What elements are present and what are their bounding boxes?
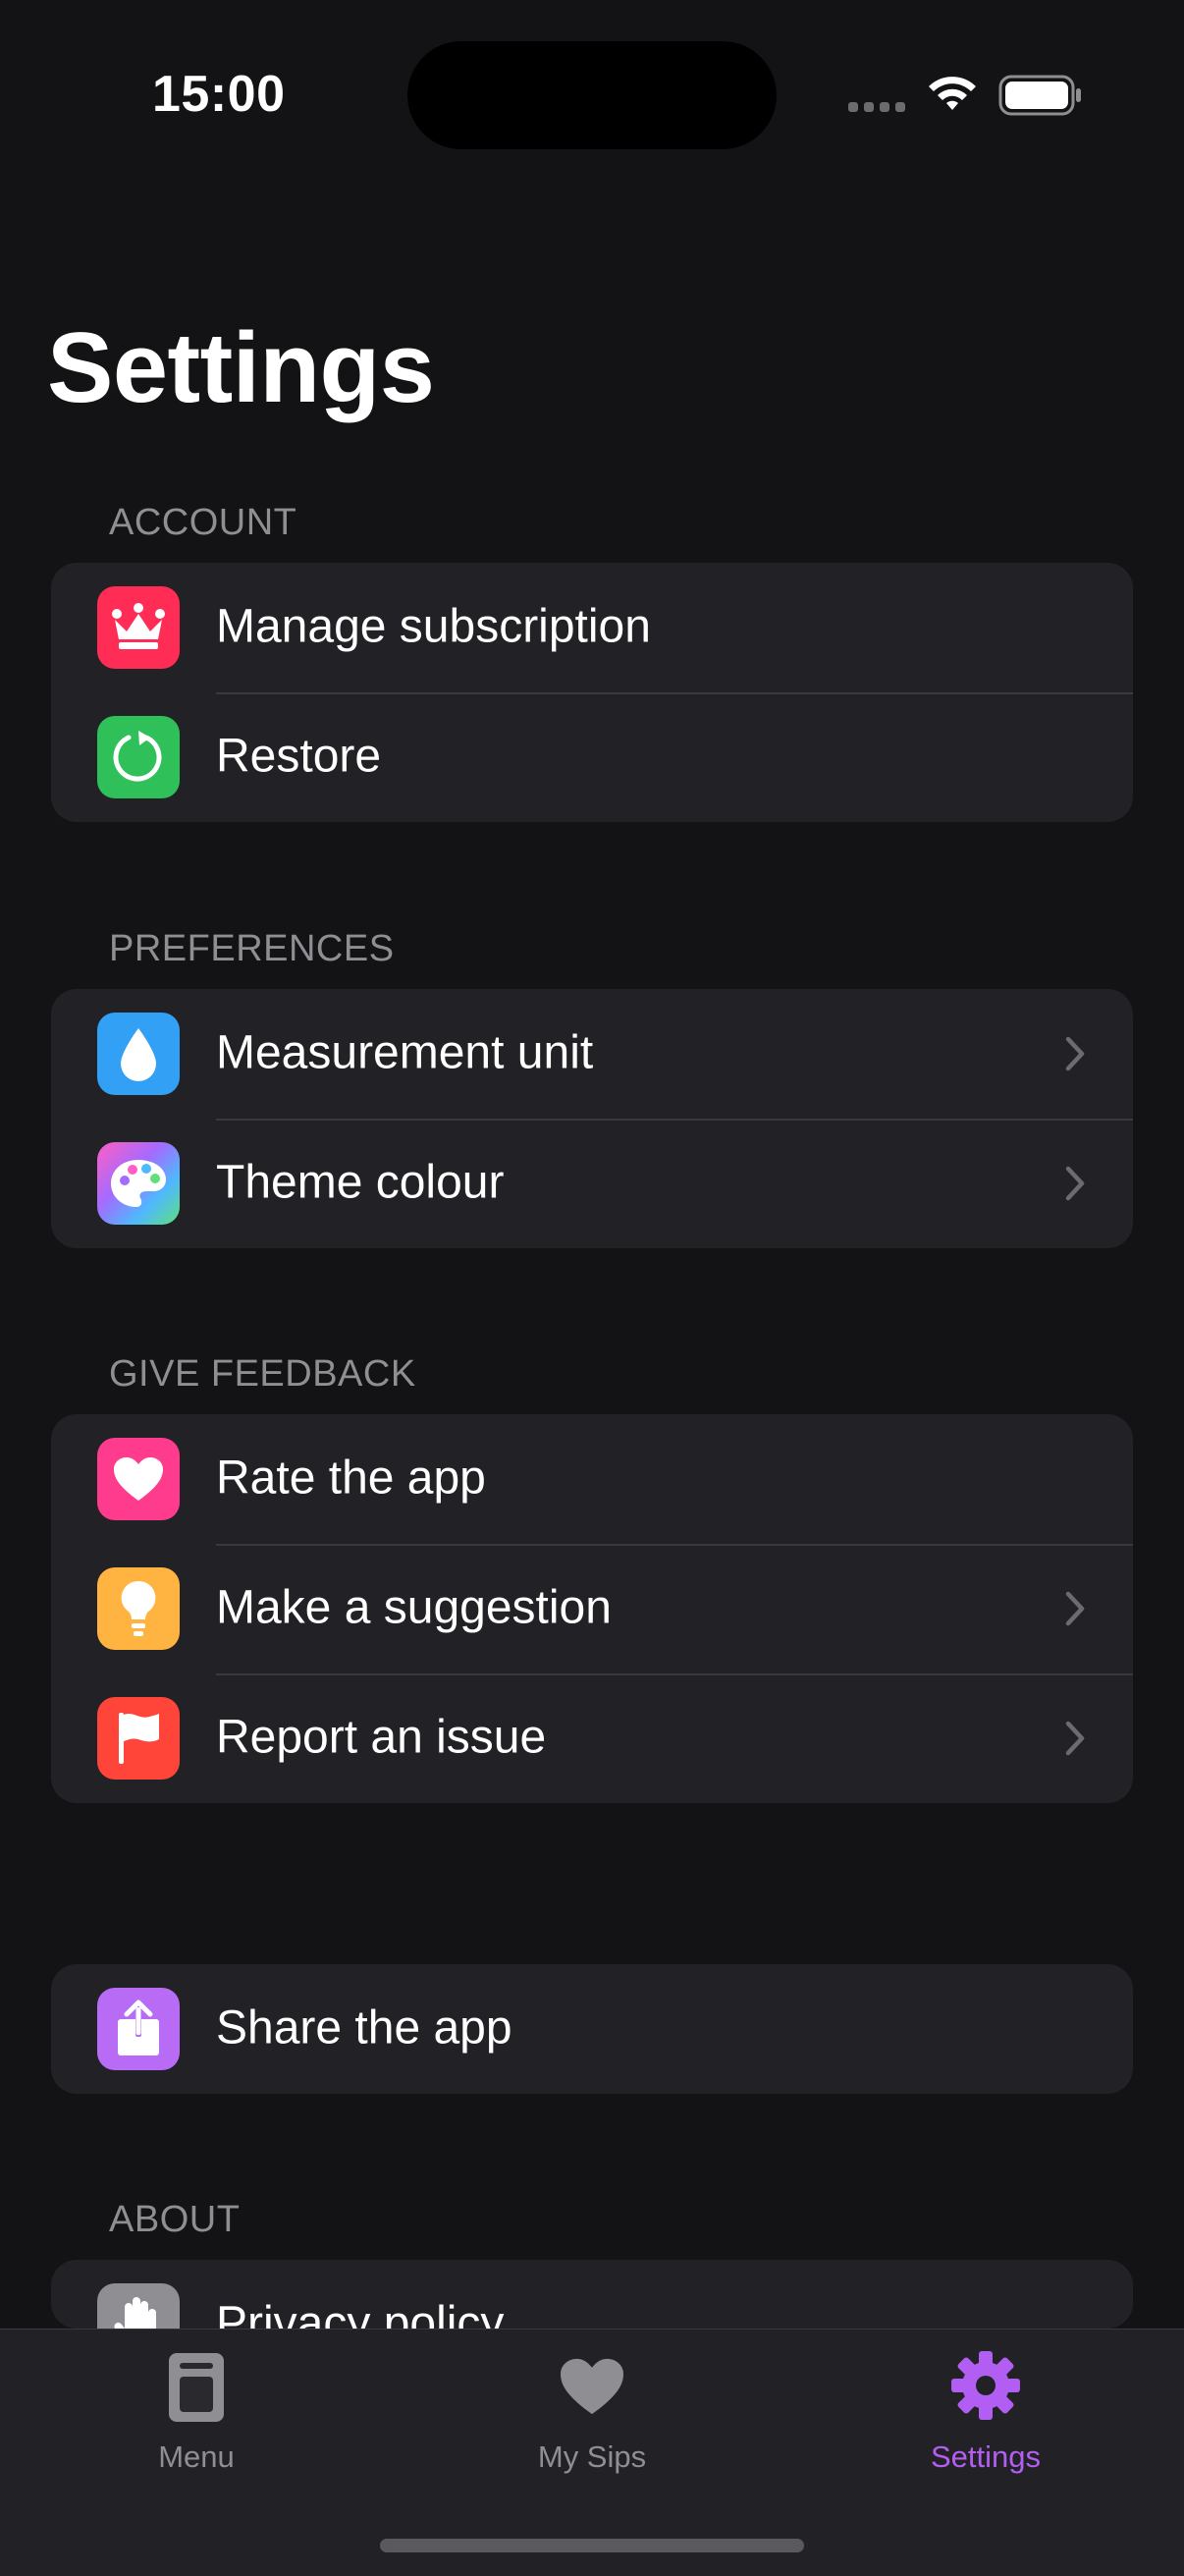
battery-icon	[998, 75, 1081, 116]
tab-menu-label: Menu	[158, 2439, 235, 2474]
drop-icon	[97, 1013, 180, 1095]
chevron-right-icon	[1065, 1721, 1085, 1756]
share-the-app-row[interactable]: Share the app	[51, 1964, 1133, 2094]
flag-icon	[97, 1697, 180, 1780]
cellular-signal-icon	[848, 102, 905, 112]
gear-icon	[951, 2351, 1020, 2420]
tab-my-sips[interactable]: My Sips	[445, 2329, 739, 2496]
report-an-issue-label: Report an issue	[216, 1711, 547, 1764]
make-a-suggestion-label: Make a suggestion	[216, 1581, 612, 1634]
tab-settings-label: Settings	[930, 2439, 1041, 2474]
rate-the-app-label: Rate the app	[216, 1452, 486, 1505]
hand-icon	[97, 2283, 180, 2329]
tab-menu[interactable]: Menu	[49, 2329, 344, 2496]
make-a-suggestion-row[interactable]: Make a suggestion	[51, 1544, 1133, 1673]
rate-the-app-row[interactable]: Rate the app	[51, 1414, 1133, 1544]
share-the-app-label: Share the app	[216, 2001, 512, 2055]
dynamic-island	[407, 41, 777, 149]
lightbulb-icon	[97, 1567, 180, 1650]
chevron-right-icon	[1065, 1036, 1085, 1071]
section-header-account: ACCOUNT	[109, 502, 297, 543]
manage-subscription-label: Manage subscription	[216, 600, 651, 653]
preferences-group: Measurement unit Theme colour	[51, 989, 1133, 1248]
chevron-right-icon	[1065, 1591, 1085, 1626]
account-group: Manage subscription Restore	[51, 563, 1133, 822]
section-header-about: ABOUT	[109, 2199, 241, 2240]
menu-card-icon	[169, 2353, 224, 2422]
palette-icon	[97, 1142, 180, 1225]
home-indicator	[380, 2539, 804, 2552]
section-header-preferences: PREFERENCES	[109, 928, 395, 969]
tab-settings[interactable]: Settings	[838, 2329, 1133, 2496]
theme-colour-label: Theme colour	[216, 1156, 505, 1209]
page-title: Settings	[47, 313, 435, 423]
restore-row[interactable]: Restore	[51, 692, 1133, 822]
report-an-issue-row[interactable]: Report an issue	[51, 1673, 1133, 1803]
feedback-group: Rate the app Make a suggestion Report an…	[51, 1414, 1133, 1803]
heart-icon	[97, 1438, 180, 1520]
about-group: Privacy policy	[51, 2260, 1133, 2329]
chevron-right-icon	[1065, 1166, 1085, 1201]
status-time: 15:00	[152, 66, 286, 123]
restore-icon	[97, 716, 180, 798]
heart-icon	[561, 2358, 623, 2415]
measurement-unit-label: Measurement unit	[216, 1026, 594, 1079]
measurement-unit-row[interactable]: Measurement unit	[51, 989, 1133, 1119]
share-group: Share the app	[51, 1964, 1133, 2094]
manage-subscription-row[interactable]: Manage subscription	[51, 563, 1133, 692]
section-header-give-feedback: GIVE FEEDBACK	[109, 1353, 416, 1395]
crown-icon	[97, 586, 180, 669]
tab-my-sips-label: My Sips	[537, 2439, 647, 2474]
theme-colour-row[interactable]: Theme colour	[51, 1119, 1133, 1248]
share-icon	[97, 1988, 180, 2070]
privacy-policy-row[interactable]: Privacy policy	[51, 2260, 1133, 2329]
tab-bar: Menu My Sips Settings	[0, 2329, 1184, 2576]
wifi-icon	[929, 77, 976, 110]
privacy-policy-label: Privacy policy	[216, 2297, 505, 2329]
restore-label: Restore	[216, 730, 382, 783]
